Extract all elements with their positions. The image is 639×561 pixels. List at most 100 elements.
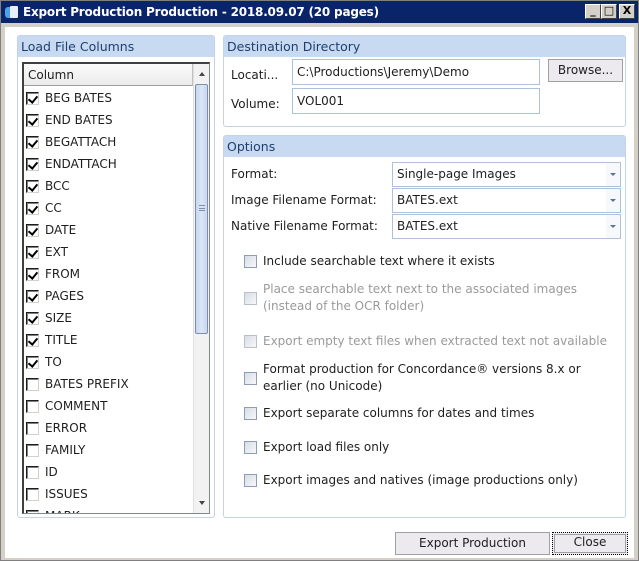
column-item-label: PAGES <box>45 289 84 303</box>
image-filename-value: BATES.ext <box>397 193 458 207</box>
native-filename-select[interactable]: BATES.ext <box>392 214 621 239</box>
option-label: Export load files only <box>263 440 390 454</box>
format-label: Format: <box>231 167 278 181</box>
location-input[interactable]: C:\Productions\Jeremy\Demo <box>292 59 540 85</box>
column-item-label: ID <box>45 465 58 479</box>
checkbox-checked[interactable] <box>26 311 39 325</box>
checkbox-unchecked[interactable] <box>26 465 39 479</box>
column-item[interactable]: SIZE <box>24 307 194 329</box>
column-item-label: BATES PREFIX <box>45 377 129 391</box>
column-item-label: ERROR <box>45 421 88 435</box>
scroll-thumb[interactable] <box>195 84 208 334</box>
chevron-down-icon[interactable] <box>606 163 620 186</box>
column-item[interactable]: TO <box>24 351 194 373</box>
minimize-button[interactable]: _ <box>585 4 601 19</box>
column-item[interactable]: ID <box>24 461 194 483</box>
load-file-columns-group: Load File Columns Column BEG BATES END BA… <box>17 35 215 518</box>
checkbox-unchecked[interactable] <box>26 487 39 501</box>
checkbox-checked[interactable] <box>26 157 39 171</box>
column-item-label: CC <box>45 201 62 215</box>
option-load-files-only[interactable]: Export load files only <box>244 439 389 456</box>
scroll-down-icon[interactable] <box>194 495 209 511</box>
column-item[interactable]: END BATES <box>24 109 194 131</box>
column-item-label: FROM <box>45 267 81 281</box>
checkbox-checked[interactable] <box>26 179 39 193</box>
title-bar[interactable]: Export Production Production - 2018.09.0… <box>1 1 638 23</box>
image-filename-select[interactable]: BATES.ext <box>392 188 621 213</box>
option-label: Export images and natives (image product… <box>263 473 578 487</box>
checkbox-unchecked[interactable] <box>26 421 39 435</box>
column-item[interactable]: BEG BATES <box>24 87 194 109</box>
columns-list[interactable]: Column BEG BATES END BATES BEGATTACH ENDATT… <box>22 62 210 514</box>
checkbox-checked[interactable] <box>26 333 39 347</box>
checkbox-checked[interactable] <box>26 267 39 281</box>
columns-scrollbar[interactable] <box>193 64 209 513</box>
column-item[interactable]: ERROR <box>24 417 194 439</box>
checkbox[interactable] <box>244 371 257 385</box>
checkbox-checked[interactable] <box>26 135 39 149</box>
option-label: Include searchable text where it exists <box>263 254 495 268</box>
checkbox-unchecked[interactable] <box>26 443 39 457</box>
image-filename-label: Image Filename Format: <box>231 193 377 207</box>
checkbox-checked[interactable] <box>26 91 39 105</box>
option-export-empty-text[interactable]: Export empty text files when extracted t… <box>244 333 607 350</box>
checkbox-unchecked[interactable] <box>26 377 39 391</box>
close-window-button[interactable]: X <box>619 4 635 19</box>
column-item[interactable]: BATES PREFIX <box>24 373 194 395</box>
column-item[interactable]: PAGES <box>24 285 194 307</box>
column-item-label: END BATES <box>45 113 113 127</box>
dialog-body: Load File Columns Column BEG BATES END BA… <box>5 27 634 558</box>
column-item[interactable]: BEGATTACH <box>24 131 194 153</box>
checkbox-checked[interactable] <box>26 113 39 127</box>
column-item-label: TO <box>45 355 62 369</box>
column-item[interactable]: DATE <box>24 219 194 241</box>
export-production-dialog: Export Production Production - 2018.09.0… <box>0 0 639 561</box>
column-item[interactable]: FAMILY <box>24 439 194 461</box>
checkbox-checked[interactable] <box>26 223 39 237</box>
checkbox-checked[interactable] <box>26 355 39 369</box>
chevron-down-icon[interactable] <box>606 189 620 212</box>
format-select[interactable]: Single-page Images <box>392 162 621 187</box>
column-item-label: FAMILY <box>45 443 86 457</box>
column-item[interactable]: COMMENT <box>24 395 194 417</box>
window-title: Export Production Production - 2018.09.0… <box>23 5 379 19</box>
checkbox[interactable] <box>244 474 257 487</box>
checkbox-unchecked[interactable] <box>26 509 39 513</box>
column-header[interactable]: Column <box>24 64 193 86</box>
checkbox-unchecked[interactable] <box>26 399 39 413</box>
chevron-down-icon[interactable] <box>606 215 620 238</box>
option-images-and-natives[interactable]: Export images and natives (image product… <box>244 472 578 489</box>
column-item[interactable]: ISSUES <box>24 483 194 505</box>
option-include-searchable-text[interactable]: Include searchable text where it exists <box>244 253 495 270</box>
column-item[interactable]: BCC <box>24 175 194 197</box>
checkbox[interactable] <box>244 255 257 268</box>
maximize-button[interactable]: □ <box>601 4 617 19</box>
native-filename-value: BATES.ext <box>397 219 458 233</box>
checkbox[interactable] <box>244 291 257 305</box>
column-item[interactable]: EXT <box>24 241 194 263</box>
column-item[interactable]: FROM <box>24 263 194 285</box>
volume-input[interactable]: VOL001 <box>292 88 540 114</box>
column-item[interactable]: MARK <box>24 505 194 513</box>
option-place-searchable-text[interactable]: Place searchable text next to the associ… <box>244 281 604 315</box>
location-label: Locati... <box>231 68 279 82</box>
checkbox[interactable] <box>244 407 257 420</box>
native-filename-label: Native Filename Format: <box>231 219 378 233</box>
destination-directory-header: Destination Directory <box>224 36 625 57</box>
export-production-button[interactable]: Export Production <box>395 532 550 555</box>
scroll-up-icon[interactable] <box>194 66 209 82</box>
browse-button[interactable]: Browse... <box>548 59 623 82</box>
checkbox[interactable] <box>244 441 257 454</box>
option-concordance-format[interactable]: Format production for Concordance® versi… <box>244 361 604 395</box>
checkbox-checked[interactable] <box>26 245 39 259</box>
column-item[interactable]: TITLE <box>24 329 194 351</box>
column-item[interactable]: CC <box>24 197 194 219</box>
checkbox-checked[interactable] <box>26 201 39 215</box>
column-item-label: EXT <box>45 245 68 259</box>
destination-directory-group: Destination Directory Locati... C:\Produ… <box>223 35 626 127</box>
column-item[interactable]: ENDATTACH <box>24 153 194 175</box>
close-button[interactable]: Close <box>552 532 628 555</box>
checkbox[interactable] <box>244 335 257 348</box>
option-separate-date-columns[interactable]: Export separate columns for dates and ti… <box>244 405 534 422</box>
checkbox-checked[interactable] <box>26 289 39 303</box>
